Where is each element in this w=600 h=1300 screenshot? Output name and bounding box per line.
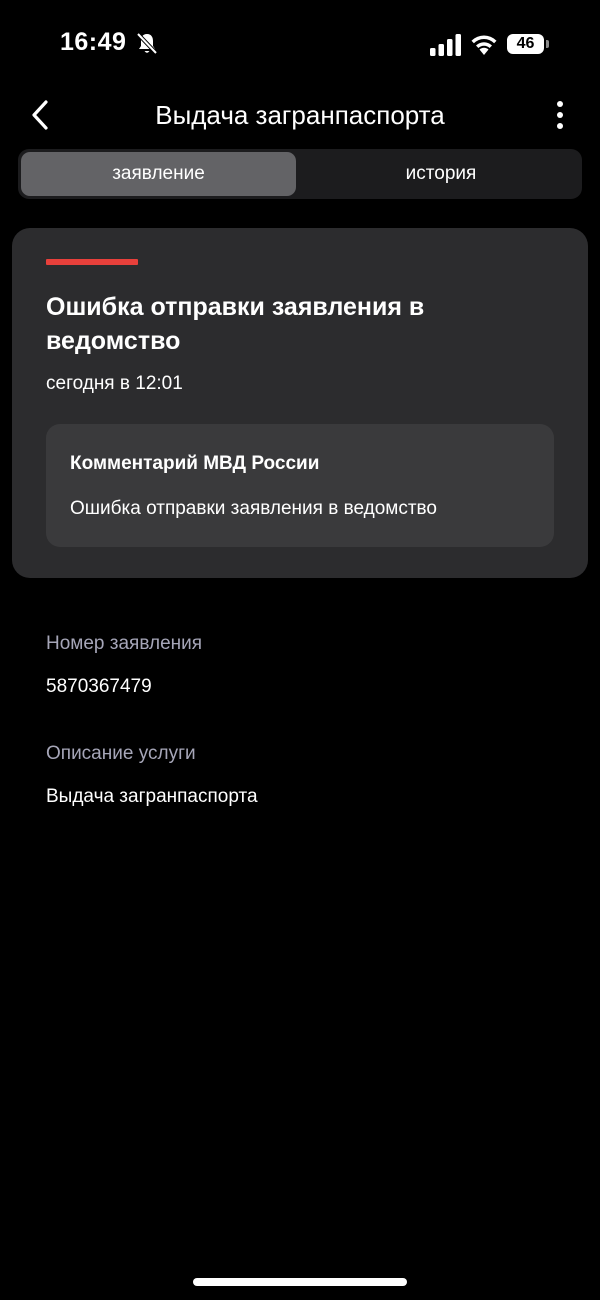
status-card: Ошибка отправки заявления в ведомство се…	[12, 228, 588, 578]
tab-switcher: заявление история	[18, 149, 582, 199]
more-vertical-icon[interactable]	[548, 100, 572, 130]
chevron-left-icon[interactable]	[26, 96, 56, 134]
comment-box: Комментарий МВД России Ошибка отправки з…	[46, 424, 554, 547]
application-number-value: 5870367479	[46, 676, 152, 697]
error-status-stripe	[46, 259, 138, 265]
battery-level: 46	[507, 34, 544, 54]
comment-author: Комментарий МВД России	[70, 453, 320, 474]
status-timestamp: сегодня в 12:01	[46, 373, 183, 394]
page-title: Выдача загранпаспорта	[155, 100, 445, 130]
cellular-signal-icon	[430, 34, 461, 56]
bell-slash-icon	[136, 32, 158, 55]
tab-application[interactable]: заявление	[21, 152, 296, 196]
service-description-value: Выдача загранпаспорта	[46, 786, 258, 807]
comment-text: Ошибка отправки заявления в ведомство	[70, 498, 437, 519]
service-description-label: Описание услуги	[46, 743, 196, 764]
battery-cap	[546, 40, 549, 48]
status-bar: 16:49 46	[0, 0, 600, 90]
status-time: 16:49	[60, 28, 127, 56]
home-indicator[interactable]	[193, 1278, 407, 1286]
battery-icon: 46	[507, 34, 549, 56]
status-title: Ошибка отправки заявления в ведомство	[46, 293, 425, 355]
application-number-label: Номер заявления	[46, 633, 203, 654]
wifi-icon	[471, 35, 497, 55]
tab-history[interactable]: история	[303, 152, 579, 196]
